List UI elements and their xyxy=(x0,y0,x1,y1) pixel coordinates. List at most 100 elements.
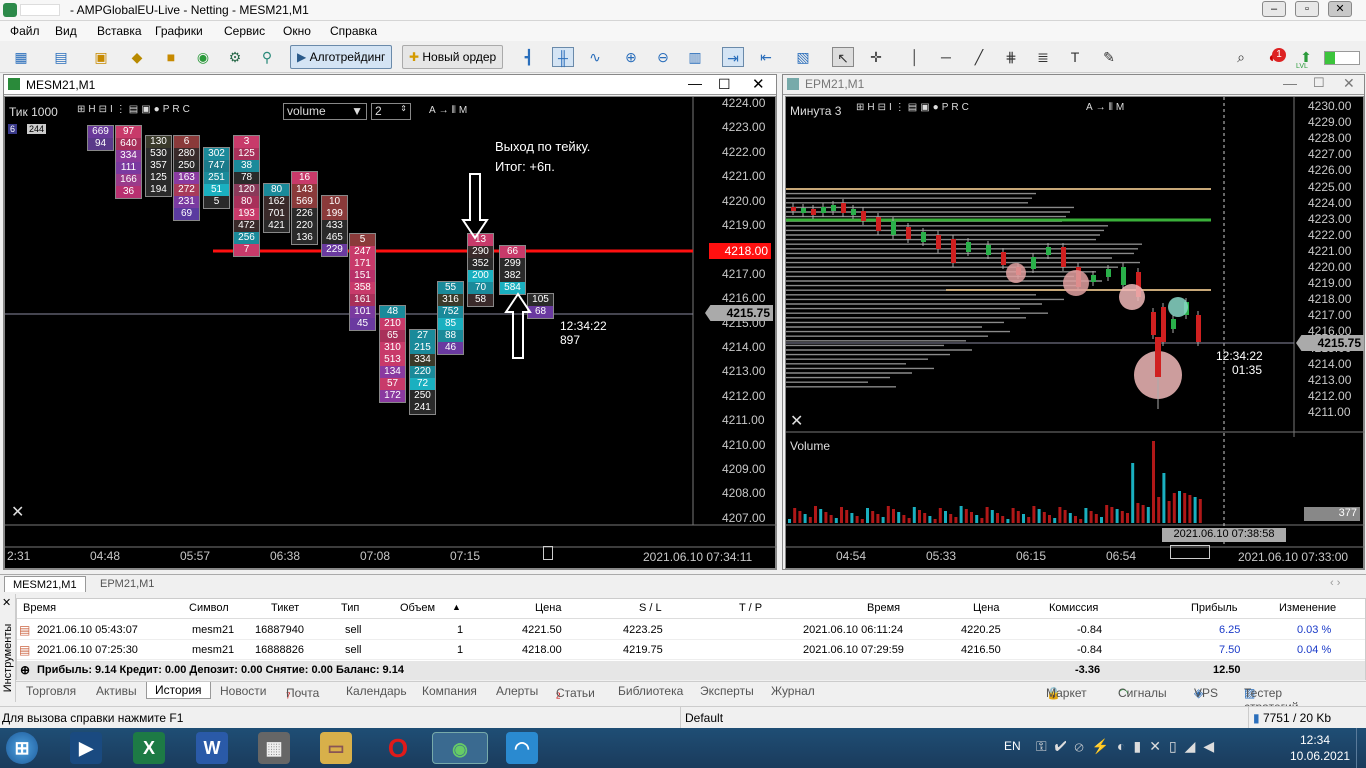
tools-icon-2[interactable]: ✕ xyxy=(790,411,803,431)
chart1-canvas[interactable]: Тик 1000 ⊞H⊟I⋮▤▣●PRC volume ▼ 2 ⇕ A→⫴M 6 2… xyxy=(4,96,777,569)
menu-insert[interactable]: Вставка xyxy=(97,24,142,38)
col-profit[interactable]: Прибыль xyxy=(1191,602,1238,614)
table-row[interactable]: ▤ 2021.06.10 07:25:30 mesm21 16888826 se… xyxy=(17,641,1365,660)
metatrader-icon[interactable]: ◉ xyxy=(432,732,488,764)
tab-journal[interactable]: Журнал xyxy=(771,684,815,698)
shapes-icon[interactable]: ✎ xyxy=(1098,47,1120,67)
restore-button[interactable]: ▫ xyxy=(1295,1,1319,17)
opera-icon[interactable]: O xyxy=(382,732,414,764)
col-commission[interactable]: Комиссия xyxy=(1049,602,1098,614)
tab-mail[interactable]: Почта 7 xyxy=(286,684,319,700)
tab-alerts[interactable]: Алерты xyxy=(496,684,538,698)
chart-shift-icon[interactable]: ⇤ xyxy=(755,47,777,67)
media-player-icon[interactable]: ▶ xyxy=(70,732,102,764)
line-chart-icon[interactable]: ∿ xyxy=(584,47,606,67)
tab-mesm21[interactable]: MESM21,M1 xyxy=(4,576,86,592)
tab-epm21[interactable]: EPM21,M1 xyxy=(92,576,162,592)
table-row[interactable]: ▤ 2021.06.10 05:43:07 mesm21 16887940 se… xyxy=(17,621,1365,640)
col-change[interactable]: Изменение xyxy=(1279,602,1336,614)
word-icon[interactable]: W xyxy=(196,732,228,764)
minimize-button[interactable]: – xyxy=(1262,1,1286,17)
chart2-minimize[interactable]: — xyxy=(1283,75,1297,91)
chart2-time-marker[interactable] xyxy=(1170,545,1210,559)
new-chart-icon[interactable]: ▦ xyxy=(10,47,32,67)
chart1-minimize[interactable]: — xyxy=(688,75,702,91)
chart2-close[interactable]: ✕ xyxy=(1343,75,1355,92)
toolbox-close[interactable]: ✕ xyxy=(2,596,11,609)
menu-help[interactable]: Справка xyxy=(330,24,377,38)
col-symbol[interactable]: Символ xyxy=(189,602,229,614)
autoscroll-icon[interactable]: ⇥ xyxy=(722,47,744,67)
menu-file[interactable]: Файл xyxy=(10,24,40,38)
terminal-icon[interactable]: ⚙ xyxy=(224,47,246,67)
price-tick: 4218.00 xyxy=(1308,292,1352,307)
tools-icon[interactable]: ✕ xyxy=(11,502,24,522)
navigator-icon[interactable]: ◆ xyxy=(126,47,148,67)
col-tp[interactable]: T / P xyxy=(739,602,762,614)
col-time[interactable]: Время xyxy=(23,602,56,614)
col-ticket[interactable]: Тикет xyxy=(271,602,299,614)
menu-view[interactable]: Вид xyxy=(55,24,77,38)
tab-news[interactable]: Новости xyxy=(220,684,266,698)
channels-icon[interactable]: ⋕ xyxy=(1000,47,1022,67)
tabs-scroll[interactable]: ‹ › xyxy=(1330,577,1340,589)
tab-articles[interactable]: Статьи 2 xyxy=(556,684,595,700)
col-close-price[interactable]: Цена xyxy=(973,602,999,614)
expand-icon[interactable]: ⊕ xyxy=(20,663,30,677)
market-watch-icon[interactable]: ▣ xyxy=(90,47,112,67)
col-volume[interactable]: Объем xyxy=(400,602,435,614)
data-window-icon[interactable]: ■ xyxy=(160,47,182,67)
col-close-time[interactable]: Время xyxy=(867,602,900,614)
tab-assets[interactable]: Активы xyxy=(96,684,137,698)
menu-tools[interactable]: Сервис xyxy=(224,24,265,38)
tab-trade[interactable]: Торговля xyxy=(26,684,76,698)
tab-calendar[interactable]: Календарь xyxy=(346,684,407,698)
show-desktop[interactable] xyxy=(1356,728,1366,768)
chart1-close[interactable]: ✕ xyxy=(752,75,765,93)
explorer-icon[interactable]: ▭ xyxy=(320,732,352,764)
start-button[interactable]: ⊞ xyxy=(6,732,38,764)
crosshair-icon[interactable]: ✛ xyxy=(865,47,887,67)
zoom-in-icon[interactable]: ⊕ xyxy=(620,47,642,67)
tile-windows-icon[interactable]: ▥ xyxy=(684,47,706,67)
close-button[interactable]: ✕ xyxy=(1328,1,1352,17)
candlestick-icon[interactable]: ╫ xyxy=(552,47,574,67)
cursor-icon[interactable]: ↖ xyxy=(832,47,854,67)
menu-window[interactable]: Окно xyxy=(283,24,311,38)
col-type[interactable]: Тип xyxy=(341,602,359,614)
tab-experts[interactable]: Эксперты xyxy=(700,684,754,698)
search-icon[interactable]: ⌕ xyxy=(1230,47,1252,67)
indicators-icon[interactable]: ▧ xyxy=(792,47,814,67)
fibonacci-icon[interactable]: ≣ xyxy=(1032,47,1054,67)
lang-indicator[interactable]: EN xyxy=(1004,739,1021,753)
col-price[interactable]: Цена xyxy=(535,602,561,614)
calculator-icon[interactable]: ▦ xyxy=(258,732,290,764)
new-order-button[interactable]: ✚ Новый ордер xyxy=(402,45,504,69)
chart2-tools[interactable]: ⊞H⊟I⋮▤▣●PRC xyxy=(856,102,972,113)
strategy-tester-icon[interactable]: ⚲ xyxy=(256,47,278,67)
candle-body xyxy=(966,242,971,252)
chart1-maximize[interactable]: ☐ xyxy=(718,76,731,93)
wifi-app-icon[interactable]: ◠ xyxy=(506,732,538,764)
footprint-cell: 334 xyxy=(116,150,141,162)
tray-icons[interactable]: ⚿✔⊘⚡◐▮✕▯◢◀ xyxy=(1036,738,1222,755)
profiles-icon[interactable]: ▤ xyxy=(50,47,72,67)
tab-history[interactable]: История xyxy=(146,682,211,699)
menu-charts[interactable]: Графики xyxy=(155,24,203,38)
tab-company[interactable]: Компания xyxy=(422,684,477,698)
tab-library[interactable]: Библиотека xyxy=(618,684,683,698)
text-icon[interactable]: T xyxy=(1064,47,1086,67)
horizontal-line-icon[interactable]: ─ xyxy=(935,47,957,67)
signals-icon[interactable]: ◉ xyxy=(192,47,214,67)
col-sl[interactable]: S / L xyxy=(639,602,662,614)
trendline-icon[interactable]: ╱ xyxy=(968,47,990,67)
vertical-line-icon[interactable]: │ xyxy=(904,47,926,67)
chart1-time-marker[interactable] xyxy=(543,546,553,560)
chart2-maximize[interactable]: ☐ xyxy=(1313,75,1325,91)
excel-icon[interactable]: X xyxy=(133,732,165,764)
algo-trading-button[interactable]: ▶ Алготрейдинг xyxy=(290,45,393,69)
zoom-out-icon[interactable]: ⊖ xyxy=(652,47,674,67)
bar-chart-icon[interactable]: ┫ xyxy=(518,47,540,67)
chart2-canvas[interactable]: Минута 3 ⊞H⊟I⋮▤▣●PRC A→⫴M 4230.00 4229.00… xyxy=(785,96,1365,569)
chart2-tools-2[interactable]: A→⫴M xyxy=(1086,102,1127,113)
